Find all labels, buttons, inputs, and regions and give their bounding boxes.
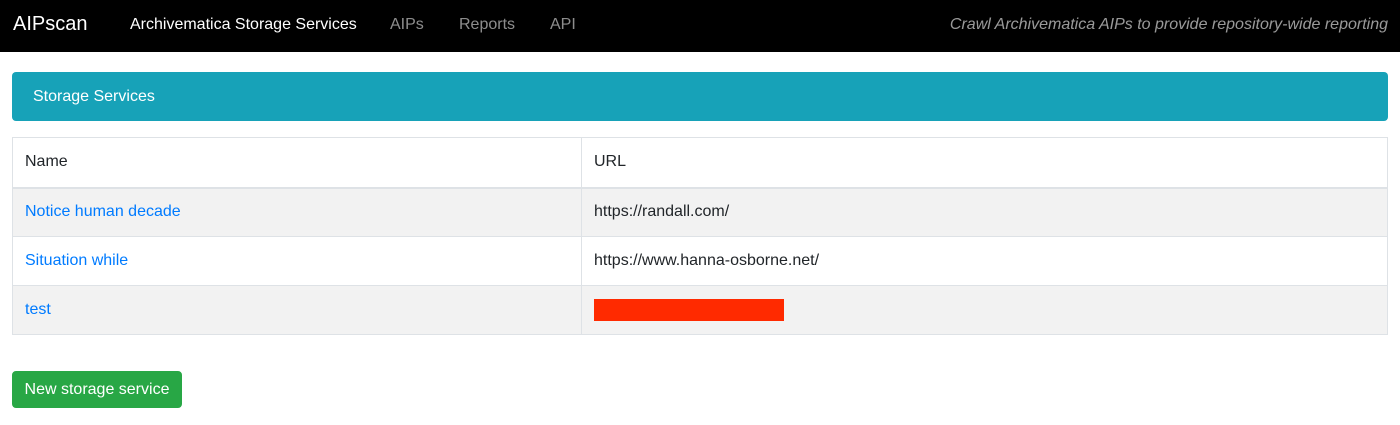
url-cell: https://www.hanna-osborne.net/ xyxy=(581,236,1388,286)
redacted-url-block xyxy=(594,299,784,321)
navbar-tagline: Crawl Archivematica AIPs to provide repo… xyxy=(949,16,1388,33)
nav-link-api[interactable]: API xyxy=(550,15,576,34)
table-header-row: Name URL xyxy=(12,137,1388,189)
storage-service-link[interactable]: Situation while xyxy=(25,252,128,269)
table-row: Notice human decade https://randall.com/ xyxy=(12,187,1388,237)
table-row: test xyxy=(12,285,1388,335)
column-header-url: URL xyxy=(581,137,1388,189)
storage-services-table: Name URL Notice human decade https://ran… xyxy=(12,137,1388,335)
nav-link-storage-services[interactable]: Archivematica Storage Services xyxy=(130,15,357,34)
name-cell: Situation while xyxy=(12,236,582,286)
nav-link-aips[interactable]: AIPs xyxy=(390,15,424,34)
name-cell: Notice human decade xyxy=(12,187,582,237)
column-header-name: Name xyxy=(12,137,582,189)
url-cell xyxy=(581,285,1388,335)
top-navbar: AIPscan Archivematica Storage Services A… xyxy=(0,0,1400,52)
name-cell: test xyxy=(12,285,582,335)
url-cell: https://randall.com/ xyxy=(581,187,1388,237)
storage-service-link[interactable]: Notice human decade xyxy=(25,203,181,220)
table-row: Situation while https://www.hanna-osborn… xyxy=(12,236,1388,286)
new-storage-service-button[interactable]: New storage service xyxy=(12,371,182,408)
section-title: Storage Services xyxy=(33,88,155,105)
section-header: Storage Services xyxy=(12,72,1388,121)
nav-link-reports[interactable]: Reports xyxy=(459,15,515,34)
storage-service-link[interactable]: test xyxy=(25,301,51,318)
brand-link[interactable]: AIPscan xyxy=(13,12,87,36)
